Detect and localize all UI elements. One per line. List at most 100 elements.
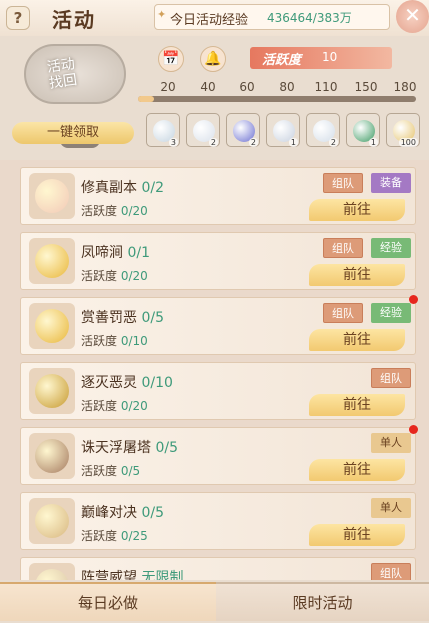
activity-score: 活跃度 0/20 bbox=[81, 202, 148, 219]
progress-tick-label: 40 bbox=[200, 80, 216, 94]
progress-tick-label: 150 bbox=[354, 80, 378, 94]
activity-name: 修真副本 0/2 bbox=[81, 177, 164, 197]
activity-tag: 组队 bbox=[371, 368, 411, 388]
activity-score-value: 0/20 bbox=[120, 204, 148, 218]
activity-name: 巅峰对决 0/5 bbox=[81, 502, 164, 522]
reward-chest-icon[interactable]: 2 bbox=[226, 113, 260, 147]
calendar-icon[interactable]: 📅 bbox=[158, 46, 184, 72]
activity-title: 修真副本 bbox=[81, 180, 137, 196]
activity-title: 赏善罚恶 bbox=[81, 310, 137, 326]
activity-count: 0/5 bbox=[155, 440, 178, 456]
activity-score-label: 活跃度 bbox=[81, 269, 118, 283]
activity-title: 诛天浮屠塔 bbox=[81, 440, 151, 456]
reward-count: 1 bbox=[368, 138, 378, 147]
activity-name: 赏善罚恶 0/5 bbox=[81, 307, 164, 327]
bell-icon[interactable]: 🔔 bbox=[200, 46, 226, 72]
bottom-tabs: 每日必做 限时活动 bbox=[0, 582, 429, 621]
activity-score-value: 0/5 bbox=[120, 464, 141, 478]
progress-tick-label: 110 bbox=[314, 80, 338, 94]
activity-score: 活跃度 0/20 bbox=[81, 397, 148, 414]
reward-chest-icon[interactable]: 100 bbox=[386, 113, 420, 147]
activity-tag: 单人 bbox=[371, 433, 411, 453]
activity-score-value: 0/20 bbox=[120, 269, 148, 283]
reward-count: 2 bbox=[208, 138, 218, 147]
daily-exp-box: ✦ 今日活动经验 436464/383万 bbox=[154, 4, 390, 30]
activity-tag: 经验 bbox=[371, 238, 411, 258]
activity-row: 修真副本 0/2 活跃度 0/20 组队 装备前往 bbox=[20, 167, 416, 225]
activity-row: 赏善罚恶 0/5 活跃度 0/10 组队 经验 前往 bbox=[20, 295, 418, 355]
progress-tick-label: 20 bbox=[160, 80, 176, 94]
notification-dot bbox=[409, 425, 418, 434]
go-button[interactable]: 前往 bbox=[309, 329, 405, 351]
page-title: 活动 bbox=[52, 8, 96, 32]
go-button[interactable]: 前往 bbox=[309, 524, 405, 546]
activity-score-value: 0/10 bbox=[120, 334, 148, 348]
activity-tag: 装备 bbox=[371, 173, 411, 193]
activity-coin bbox=[35, 504, 69, 538]
activity-score-label: 活跃度 bbox=[262, 53, 302, 68]
reward-chest-icon[interactable]: 1 bbox=[346, 113, 380, 147]
go-button[interactable]: 前往 bbox=[309, 264, 405, 286]
activity-count: 0/2 bbox=[141, 180, 164, 196]
reward-count: 3 bbox=[168, 138, 178, 147]
activity-score-label: 活跃度 bbox=[81, 529, 118, 543]
activity-progress-fill bbox=[138, 96, 154, 102]
tab-limited[interactable]: 限时活动 bbox=[216, 582, 429, 621]
activity-icon bbox=[29, 173, 75, 219]
claim-all-button[interactable]: 一键领取 bbox=[12, 122, 134, 144]
reward-chest-icon[interactable]: 3 bbox=[146, 113, 180, 147]
activity-score: 活跃度 0/20 bbox=[81, 267, 148, 284]
activity-icon bbox=[29, 238, 75, 284]
activity-title: 巅峰对决 bbox=[81, 505, 137, 521]
activity-tag: 组队 bbox=[371, 563, 411, 580]
activity-icon bbox=[29, 303, 75, 349]
activity-title: 阵营威望 bbox=[81, 570, 137, 580]
go-button[interactable]: 前往 bbox=[309, 394, 405, 416]
tab-daily[interactable]: 每日必做 bbox=[0, 582, 216, 621]
reward-count: 2 bbox=[248, 138, 258, 147]
activity-tag: 单人 bbox=[371, 498, 411, 518]
progress-tick-label: 180 bbox=[393, 80, 417, 94]
star-icon: ✦ bbox=[157, 8, 167, 21]
reward-chest-icon[interactable]: 2 bbox=[306, 113, 340, 147]
activity-count: 0/5 bbox=[141, 505, 164, 521]
activity-score-value: 0/25 bbox=[120, 529, 148, 543]
activity-recovery-label: 活动 找回 bbox=[45, 56, 79, 92]
activity-score-value: 10 bbox=[322, 50, 338, 64]
go-button[interactable]: 前往 bbox=[309, 459, 405, 481]
activity-row: 巅峰对决 0/5 活跃度 0/25 单人前往 bbox=[20, 492, 416, 550]
activity-count: 0/10 bbox=[141, 375, 173, 391]
top-bar: ? 活动 ✦ 今日活动经验 436464/383万 ✕ bbox=[0, 0, 429, 36]
activity-icon bbox=[29, 433, 75, 479]
reward-chest-icon[interactable]: 2 bbox=[186, 113, 220, 147]
activity-recovery-button[interactable]: 活动 找回 bbox=[24, 44, 126, 148]
activity-name: 阵营威望 无限制 bbox=[81, 567, 183, 580]
activity-list: 修真副本 0/2 活跃度 0/20 组队 装备 前往 凤啼涧 0/1 活跃度 0/20 组队经… bbox=[0, 160, 429, 580]
activity-score-label: 活跃度 bbox=[81, 399, 118, 413]
activity-count: 0/1 bbox=[127, 245, 150, 261]
notification-dot bbox=[409, 295, 418, 304]
close-button[interactable]: ✕ bbox=[396, 0, 429, 33]
activity-row: 逐灭恶灵 0/10 活跃度 0/20 组队前往 bbox=[20, 362, 416, 420]
daily-exp-value: 436464/383万 bbox=[267, 11, 352, 25]
activity-icon bbox=[29, 368, 75, 414]
activity-count: 无限制 bbox=[141, 570, 184, 580]
activity-coin bbox=[35, 374, 69, 408]
activity-tag: 组队 bbox=[323, 303, 363, 323]
activity-score-label: 活跃度 bbox=[81, 334, 118, 348]
activity-icon bbox=[29, 498, 75, 544]
reward-count: 1 bbox=[288, 138, 298, 147]
activity-score: 活跃度 0/25 bbox=[81, 527, 148, 544]
activity-count: 0/5 bbox=[141, 310, 164, 326]
activity-name: 逐灭恶灵 0/10 bbox=[81, 372, 173, 392]
activity-tag: 组队 bbox=[323, 173, 363, 193]
reward-count: 2 bbox=[328, 138, 338, 147]
activity-score: 活跃度 0/10 bbox=[81, 332, 148, 349]
activity-coin bbox=[35, 439, 69, 473]
go-button[interactable]: 前往 bbox=[309, 199, 405, 221]
activity-score: 活跃度 0/5 bbox=[81, 462, 140, 479]
reward-chest-icon[interactable]: 1 bbox=[266, 113, 300, 147]
activity-coin bbox=[35, 309, 69, 343]
activity-name: 凤啼涧 0/1 bbox=[81, 242, 150, 262]
help-button[interactable]: ? bbox=[6, 6, 30, 30]
